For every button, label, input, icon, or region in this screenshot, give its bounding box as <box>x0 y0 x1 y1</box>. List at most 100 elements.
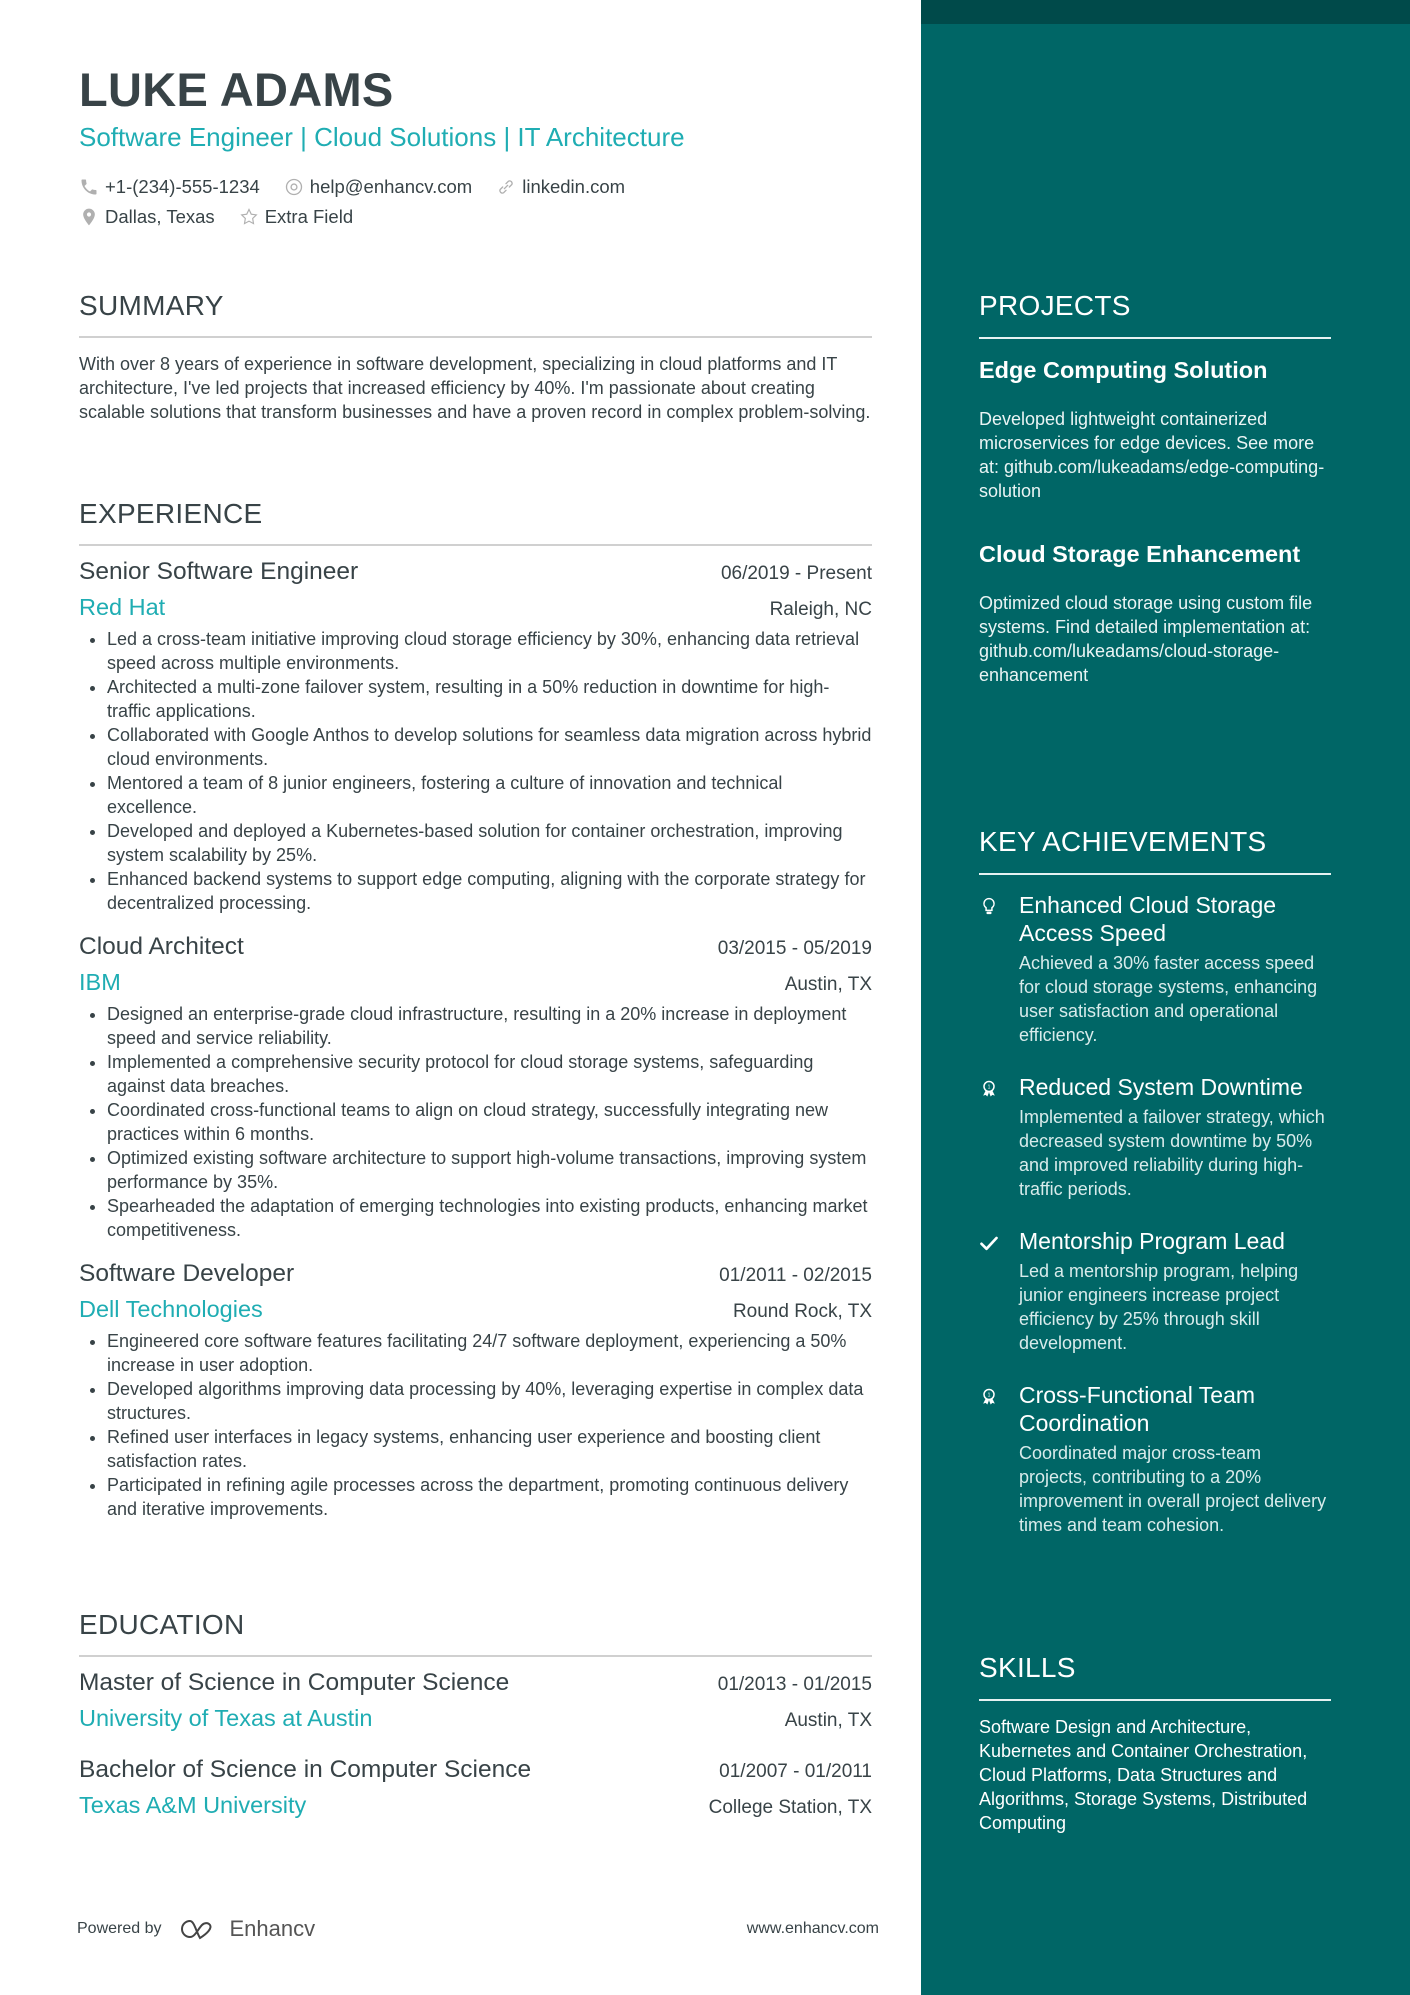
achievements-section: KEY ACHIEVEMENTS Enhanced Cloud Storage … <box>979 826 1331 1537</box>
school-name: University of Texas at Austin <box>79 1705 373 1731</box>
phone-icon <box>81 179 97 195</box>
job-title: Software Developer <box>79 1260 295 1287</box>
project-description: Optimized cloud storage using custom fil… <box>979 593 1313 685</box>
email-text[interactable]: help@enhancv.com <box>310 176 472 198</box>
contact-extra: Extra Field <box>239 206 353 228</box>
section-title: EDUCATION <box>79 1609 245 1640</box>
achievement-body: Cross-Functional Team Coordination Coordi… <box>1019 1381 1331 1537</box>
footer: Powered by Enhancv www.enhancv.com <box>77 1916 879 1942</box>
bullet-item: Engineered core software features facili… <box>107 1329 872 1377</box>
job-subheader: Dell Technologies Round Rock, TX <box>79 1296 872 1323</box>
bullet-item: Refined user interfaces in legacy system… <box>107 1425 872 1473</box>
achievement-entry: 1 Reduced System Downtime Implemented a fa… <box>979 1073 1331 1201</box>
achievement-body: Mentorship Program Lead Led a mentorship … <box>1019 1227 1331 1355</box>
divider <box>979 873 1331 875</box>
main-column: LUKE ADAMS Software Engineer | Cloud Sol… <box>0 0 921 1995</box>
award-icon: 1 <box>979 1381 1003 1537</box>
star-icon <box>240 208 258 225</box>
degree: Bachelor of Science in Computer Science <box>79 1756 532 1783</box>
education-list: Master of Science in Computer Science 01/… <box>79 1669 872 1819</box>
phone-text: +1-(234)-555-1234 <box>105 176 260 197</box>
education-header: Bachelor of Science in Computer Science 0… <box>79 1756 872 1784</box>
education-dates: 01/2007 - 01/2011 <box>719 1761 872 1782</box>
summary-section: SUMMARY With over 8 years of experience … <box>79 290 872 424</box>
enhancv-logo[interactable]: Enhancv <box>176 1916 316 1942</box>
bullet-item: Mentored a team of 8 junior engineers, f… <box>107 771 872 819</box>
bullet-item: Led a cross-team initiative improving cl… <box>107 627 872 675</box>
achievement-title: Reduced System Downtime <box>1019 1074 1303 1100</box>
job-dates: 03/2015 - 05/2019 <box>717 938 872 959</box>
education-subheader: Texas A&M University College Station, TX <box>79 1792 872 1819</box>
divider <box>79 336 872 338</box>
project-entry: Cloud Storage Enhancement Optimized cloud… <box>979 539 1331 687</box>
enhancv-logo-icon <box>180 1919 211 1940</box>
section-title: SKILLS <box>979 1652 1076 1683</box>
achievement-description: Achieved a 30% faster access speed for c… <box>1019 953 1318 1045</box>
divider <box>979 337 1331 339</box>
extra-text: Extra Field <box>264 206 354 227</box>
company-name: Dell Technologies <box>79 1296 263 1322</box>
education-subheader: University of Texas at Austin Austin, TX <box>79 1705 872 1732</box>
project-title: Cloud Storage Enhancement <box>979 541 1301 567</box>
brand-name: Enhancv <box>229 1916 316 1941</box>
job-title: Senior Software Engineer <box>79 558 359 585</box>
website-link[interactable]: www.enhancv.com <box>747 1920 879 1938</box>
company-name: IBM <box>79 969 121 995</box>
summary-text: With over 8 years of experience in softw… <box>79 354 871 422</box>
link-text[interactable]: linkedin.com <box>522 176 625 198</box>
achievement-title: Cross-Functional Team Coordination <box>1019 1382 1256 1436</box>
achievement-title: Enhanced Cloud Storage Access Speed <box>1019 892 1277 946</box>
tagline: Software Engineer | Cloud Solutions | IT… <box>79 122 685 152</box>
contact-email[interactable]: help@enhancv.com <box>284 176 472 198</box>
education-header: Master of Science in Computer Science 01/… <box>79 1669 872 1697</box>
location-pin-icon <box>83 208 95 226</box>
achievement-entry: Mentorship Program Lead Led a mentorship … <box>979 1227 1331 1355</box>
achievement-description: Coordinated major cross-team projects, c… <box>1019 1443 1327 1535</box>
project-description: Developed lightweight containerized micr… <box>979 409 1325 501</box>
job-location: Round Rock, TX <box>732 1301 872 1322</box>
job-entry: Senior Software Engineer 06/2019 - Presen… <box>79 558 872 915</box>
bullet-item: Architected a multi-zone failover system… <box>107 675 872 723</box>
location-text: Dallas, Texas <box>105 206 215 227</box>
sidebar-top-band <box>921 0 1410 24</box>
section-title: PROJECTS <box>979 290 1131 321</box>
powered-by-label: Powered by <box>77 1920 162 1937</box>
education-location: College Station, TX <box>708 1797 872 1818</box>
achievement-body: Enhanced Cloud Storage Access Speed Achie… <box>1019 891 1331 1047</box>
section-title: EXPERIENCE <box>79 498 263 529</box>
section-title: SUMMARY <box>79 290 224 321</box>
at-icon <box>285 178 302 196</box>
education-dates: 01/2013 - 01/2015 <box>717 1674 872 1695</box>
divider <box>979 1699 1331 1701</box>
achievement-title: Mentorship Program Lead <box>1019 1228 1285 1254</box>
bullet-item: Designed an enterprise-grade cloud infra… <box>107 1002 872 1050</box>
project-entry: Edge Computing Solution Developed lightwe… <box>979 355 1331 503</box>
job-entry: Cloud Architect 03/2015 - 05/2019 IBM Austi… <box>79 933 872 1242</box>
job-title: Cloud Architect <box>79 933 244 960</box>
divider <box>79 1655 872 1657</box>
contact-phone: +1-(234)-555-1234 <box>79 176 260 198</box>
lightbulb-icon <box>979 891 1003 1047</box>
bullet-item: Developed algorithms improving data proc… <box>107 1377 872 1425</box>
job-header: Software Developer 01/2011 - 02/2015 <box>79 1260 872 1288</box>
achievement-description: Implemented a failover strategy, which d… <box>1019 1107 1325 1199</box>
job-location: Raleigh, NC <box>769 599 872 620</box>
candidate-name: LUKE ADAMS <box>79 63 394 116</box>
job-header: Senior Software Engineer 06/2019 - Presen… <box>79 558 872 586</box>
achievement-list: Enhanced Cloud Storage Access Speed Achie… <box>979 891 1331 1537</box>
bullet-item: Developed and deployed a Kubernetes-base… <box>107 819 872 867</box>
contact-link[interactable]: linkedin.com <box>496 176 625 198</box>
achievement-entry: Enhanced Cloud Storage Access Speed Achie… <box>979 891 1331 1047</box>
projects-section: PROJECTS Edge Computing Solution Develope… <box>979 290 1331 687</box>
divider <box>79 544 872 546</box>
job-entry: Software Developer 01/2011 - 02/2015 Dell … <box>79 1260 872 1521</box>
education-section: EDUCATION Master of Science in Computer … <box>79 1609 872 1831</box>
education-entry: Bachelor of Science in Computer Science 0… <box>79 1756 872 1819</box>
education-location: Austin, TX <box>784 1710 872 1731</box>
bullet-item: Spearheaded the adaptation of emerging t… <box>107 1194 872 1242</box>
svg-text:1: 1 <box>988 1085 991 1091</box>
bullet-list: Engineered core software features facili… <box>79 1329 872 1521</box>
checkmark-icon <box>979 1227 1003 1355</box>
job-location: Austin, TX <box>784 974 872 995</box>
achievement-description: Led a mentorship program, helping junior… <box>1019 1261 1299 1353</box>
